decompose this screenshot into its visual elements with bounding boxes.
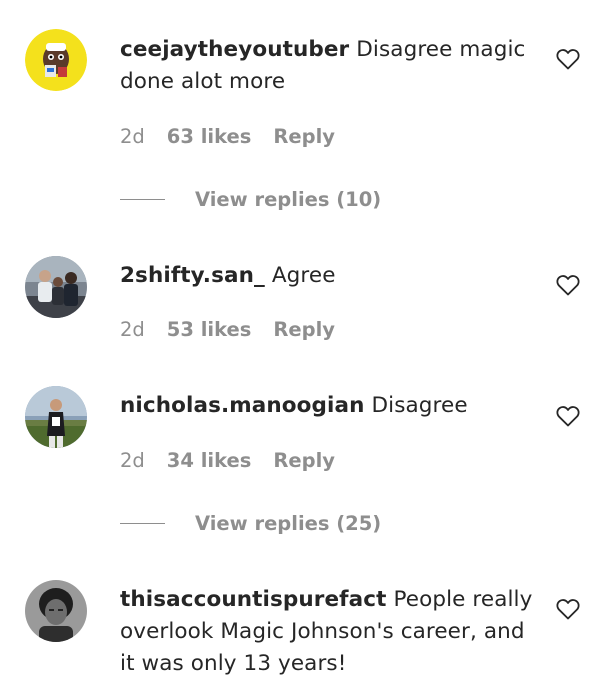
comment-meta: 2d 34 likes Reply xyxy=(120,446,335,476)
reply-button[interactable]: Reply xyxy=(273,122,335,152)
reply-button[interactable]: Reply xyxy=(273,315,335,345)
comment-text: nicholas.manoogian Disagree xyxy=(120,390,540,422)
view-replies-button[interactable]: View replies (25) xyxy=(120,509,381,539)
like-heart-icon[interactable] xyxy=(556,274,580,296)
reply-button[interactable]: Reply xyxy=(273,446,335,476)
comment-text: thisaccountispurefact People really overl… xyxy=(120,584,540,680)
comment-body: Agree xyxy=(271,263,336,288)
likes-count[interactable]: 63 likes xyxy=(167,122,252,152)
comment-text: ceejaytheyoutuber Disagree magic done alo… xyxy=(120,34,540,98)
divider-line xyxy=(120,523,165,524)
view-replies-button[interactable]: View replies (10) xyxy=(120,185,381,215)
likes-count[interactable]: 34 likes xyxy=(167,446,252,476)
username-link[interactable]: 2shifty.san_ xyxy=(120,263,265,288)
avatar[interactable] xyxy=(25,256,87,318)
username-link[interactable]: ceejaytheyoutuber xyxy=(120,37,349,62)
timestamp[interactable]: 2d xyxy=(120,446,145,476)
view-replies-label: View replies (10) xyxy=(195,188,382,211)
likes-count[interactable]: 53 likes xyxy=(167,315,252,345)
like-heart-icon[interactable] xyxy=(556,405,580,427)
view-replies-label: View replies (25) xyxy=(195,512,382,535)
timestamp[interactable]: 2d xyxy=(120,315,145,345)
username-link[interactable]: nicholas.manoogian xyxy=(120,393,364,418)
divider-line xyxy=(120,199,165,200)
avatar[interactable] xyxy=(25,386,87,448)
like-heart-icon[interactable] xyxy=(556,48,580,70)
comment-body: Disagree xyxy=(371,393,468,418)
avatar[interactable] xyxy=(25,29,87,91)
comment-meta: 2d 53 likes Reply xyxy=(120,315,335,345)
username-link[interactable]: thisaccountispurefact xyxy=(120,587,386,612)
timestamp[interactable]: 2d xyxy=(120,122,145,152)
comment-meta: 2d 63 likes Reply xyxy=(120,122,335,152)
avatar[interactable] xyxy=(25,580,87,642)
comment-text: 2shifty.san_ Agree xyxy=(120,260,540,292)
like-heart-icon[interactable] xyxy=(556,598,580,620)
